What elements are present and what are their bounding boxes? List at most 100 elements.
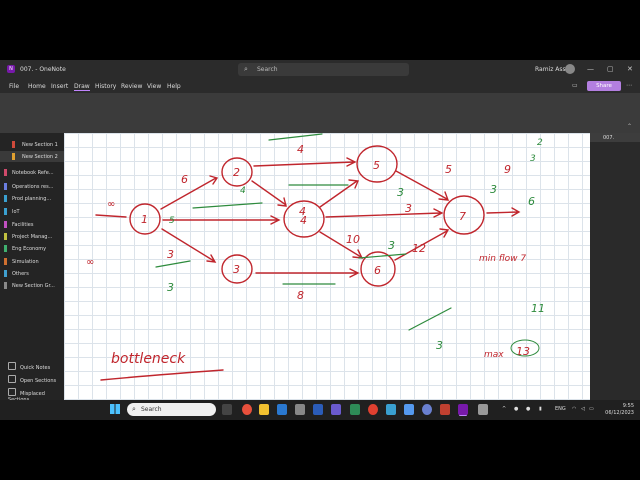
section-prod-planning[interactable]: Prod planning... xyxy=(0,193,64,204)
app-icon[interactable] xyxy=(295,404,305,415)
section-others[interactable]: Others xyxy=(0,268,64,279)
desktop-screen: N 007. - OneNote ⌕ Search Ramiz Assaf — … xyxy=(0,60,640,420)
section-simulation[interactable]: Simulation xyxy=(0,256,64,267)
settings-icon[interactable] xyxy=(478,404,488,415)
menu-insert[interactable]: Insert xyxy=(51,83,68,90)
battery-icon[interactable]: ▭ xyxy=(589,406,594,412)
group-color-marker xyxy=(4,195,7,202)
app-icon[interactable] xyxy=(422,404,432,415)
menu-view[interactable]: View xyxy=(147,83,161,90)
edge-capacity-label: 12 xyxy=(412,242,426,255)
menu-draw[interactable]: Draw xyxy=(74,83,90,91)
quick-notes-label: Quick Notes xyxy=(20,365,51,371)
group-label: Operations res... xyxy=(12,184,54,190)
collapse-ribbon-icon[interactable]: ⌃ xyxy=(627,123,632,130)
group-label: Others xyxy=(12,271,29,277)
section-new-section-group[interactable]: New Section Gr... xyxy=(0,280,64,291)
min-flow-note: min flow 7 xyxy=(479,254,526,264)
section-operations-research[interactable]: Operations res... xyxy=(0,181,64,192)
below-max-value: 11 xyxy=(531,302,545,315)
more-options-icon[interactable]: ⋯ xyxy=(626,82,632,89)
wifi-icon[interactable]: ◠ xyxy=(572,406,576,412)
group-color-marker xyxy=(4,233,7,240)
windows-start-icon[interactable] xyxy=(110,404,120,414)
page-item-007[interactable]: 007. xyxy=(590,133,640,142)
menu-help[interactable]: Help xyxy=(167,83,181,90)
close-icon[interactable]: ✕ xyxy=(627,65,633,73)
search-placeholder: Search xyxy=(257,66,278,73)
tray-chevron-icon[interactable]: ^ xyxy=(502,406,506,412)
group-color-marker xyxy=(4,282,7,289)
page-title: 007. xyxy=(603,135,615,141)
edge-capacity-label: 3 xyxy=(405,202,412,215)
edge-capacity-label: 3 xyxy=(167,248,174,261)
green-edge-mark xyxy=(155,260,191,268)
language-indicator[interactable]: ENG xyxy=(555,406,566,412)
open-sections-label: Open Sections xyxy=(20,378,57,384)
edge-capacity-label: 9 xyxy=(504,163,511,176)
taskbar-search[interactable]: ⌕ Search xyxy=(127,403,216,416)
group-color-marker xyxy=(4,183,7,190)
group-label: Prod planning... xyxy=(12,196,52,202)
volume-icon[interactable]: ◁ xyxy=(581,406,585,412)
edge-icon[interactable] xyxy=(277,404,287,415)
menu-review[interactable]: Review xyxy=(121,83,142,90)
section-group-notebook-ref[interactable]: Notebook Refe... xyxy=(0,167,64,178)
flow-label: 5 xyxy=(169,216,175,226)
node-label: 3 xyxy=(233,263,240,276)
tray-app-icon[interactable]: ● xyxy=(514,406,518,412)
maximize-icon[interactable]: ▢ xyxy=(607,65,614,73)
menu-history[interactable]: History xyxy=(95,83,116,90)
onenote-icon[interactable] xyxy=(458,404,468,415)
edge-2-5 xyxy=(253,157,357,167)
chrome-icon[interactable] xyxy=(368,404,378,415)
section-iot[interactable]: IoT xyxy=(0,206,64,217)
node-label: 7 xyxy=(459,210,466,223)
notifications-icon[interactable]: ▭ xyxy=(572,82,578,89)
edge-capacity-label: 5 xyxy=(445,163,452,176)
share-button[interactable]: Share xyxy=(587,81,621,91)
app-icon[interactable] xyxy=(404,404,414,415)
note-canvas[interactable]: 1 2 3 4 5 6 7 6 4 4 3 10 12 8 3 5 9 min … xyxy=(64,133,590,400)
app-icon[interactable] xyxy=(386,404,396,415)
taskbar: ⌕ Search ^ ● ● ▮ ENG ◠ ◁ ▭ 9:55 06/12/20… xyxy=(0,400,640,420)
quick-notes-link[interactable]: Quick Notes xyxy=(8,362,50,371)
bottleneck-underline xyxy=(100,369,224,381)
group-label: Eng Economy xyxy=(12,246,47,252)
section-new-section-1[interactable]: New Section 1 xyxy=(0,139,64,150)
excel-icon[interactable] xyxy=(350,404,360,415)
ink-drawing: 1 2 3 4 5 6 7 6 4 4 3 10 12 8 3 5 9 min … xyxy=(86,133,545,381)
section-label: New Section 2 xyxy=(22,154,58,160)
menu-home[interactable]: Home xyxy=(28,83,46,90)
flow-label: 4 xyxy=(240,186,246,196)
edge-4-5 xyxy=(319,179,360,208)
edge-1-2 xyxy=(160,175,219,210)
edge-4-7 xyxy=(325,208,444,218)
section-color-marker xyxy=(12,141,15,148)
window-title: 007. - OneNote xyxy=(20,66,66,73)
teams-icon[interactable] xyxy=(331,404,341,415)
title-search-box[interactable]: ⌕ Search xyxy=(238,63,409,76)
clock-date: 06/12/2023 xyxy=(605,410,634,416)
browser-icon[interactable] xyxy=(242,404,252,415)
section-color-marker xyxy=(12,153,15,160)
section-eng-economy[interactable]: Eng Economy xyxy=(0,243,64,254)
group-color-marker xyxy=(4,169,7,176)
powerpoint-icon[interactable] xyxy=(440,404,450,415)
section-new-section-2[interactable]: New Section 2 xyxy=(0,151,64,162)
open-sections-link[interactable]: Open Sections xyxy=(8,375,56,384)
section-project-management[interactable]: Project Manag... xyxy=(0,231,64,242)
file-explorer-icon[interactable] xyxy=(259,404,269,415)
green-edge-mark xyxy=(408,307,452,331)
minimize-icon[interactable]: — xyxy=(587,65,594,73)
flow-label: 3 xyxy=(490,183,497,196)
tray-app-icon[interactable]: ● xyxy=(526,406,530,412)
avatar[interactable] xyxy=(565,64,575,74)
group-color-marker xyxy=(4,221,7,228)
tray-app-icon[interactable]: ▮ xyxy=(539,406,542,412)
task-view-icon[interactable] xyxy=(222,404,232,415)
menu-file[interactable]: File xyxy=(9,83,19,90)
section-facilities[interactable]: Facilities xyxy=(0,219,64,230)
system-clock[interactable]: 9:55 06/12/2023 xyxy=(598,403,634,417)
word-icon[interactable] xyxy=(313,404,323,415)
